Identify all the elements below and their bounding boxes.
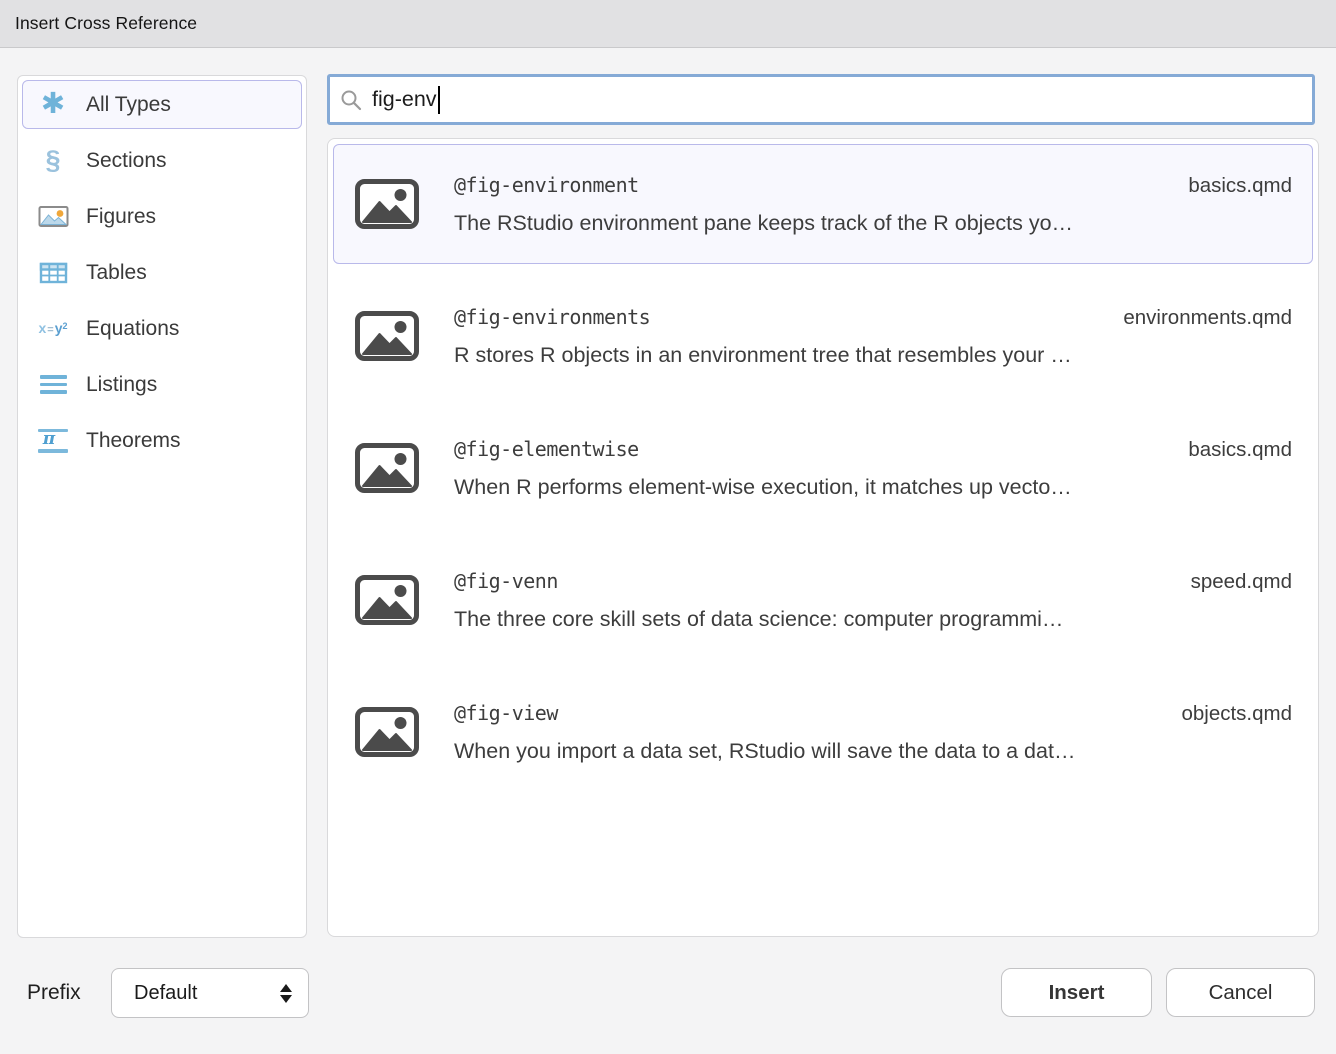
image-icon [354, 574, 420, 626]
search-box[interactable]: fig-env [327, 74, 1315, 125]
sidebar-item-listings[interactable]: Listings [22, 360, 302, 409]
image-icon [354, 310, 420, 362]
prefix-label: Prefix [27, 968, 81, 1018]
result-id: @fig-view [454, 701, 558, 725]
search-input[interactable]: fig-env [372, 87, 437, 112]
result-description: The three core skill sets of data scienc… [454, 607, 1292, 632]
asterisk-icon: ✱ [36, 90, 70, 119]
result-id: @fig-venn [454, 569, 558, 593]
select-arrows-icon [280, 984, 292, 1003]
result-body: @fig-environment basics.qmd The RStudio … [454, 173, 1292, 236]
result-top-line: @fig-elementwise basics.qmd [454, 437, 1292, 462]
result-description: R stores R objects in an environment tre… [454, 343, 1292, 368]
figure-icon [36, 204, 70, 229]
sidebar-item-equations[interactable]: x=y2 Equations [22, 304, 302, 353]
result-file: basics.qmd [1188, 438, 1292, 462]
sidebar-item-tables[interactable]: Tables [22, 248, 302, 297]
sidebar-item-sections[interactable]: § Sections [22, 136, 302, 185]
cancel-button[interactable]: Cancel [1166, 968, 1315, 1017]
image-icon [354, 178, 420, 230]
sidebar-item-label: Sections [86, 149, 167, 173]
result-id: @fig-elementwise [454, 437, 639, 461]
result-description: When R performs element-wise execution, … [454, 475, 1292, 500]
equation-icon: x=y2 [36, 321, 70, 336]
section-icon: § [36, 147, 70, 174]
result-file: objects.qmd [1181, 702, 1292, 726]
result-body: @fig-venn speed.qmd The three core skill… [454, 569, 1292, 632]
sidebar-item-all-types[interactable]: ✱ All Types [22, 80, 302, 129]
result-id: @fig-environments [454, 305, 650, 329]
sidebar-item-label: Figures [86, 205, 156, 229]
sidebar-item-figures[interactable]: Figures [22, 192, 302, 241]
result-description: When you import a data set, RStudio will… [454, 739, 1292, 764]
sidebar-item-label: Equations [86, 317, 179, 341]
results-list: @fig-environment basics.qmd The RStudio … [327, 138, 1319, 937]
result-row[interactable]: @fig-view objects.qmd When you import a … [333, 672, 1313, 792]
prefix-select-value: Default [134, 982, 280, 1005]
result-file: environments.qmd [1123, 306, 1292, 330]
sidebar-item-label: All Types [86, 93, 171, 117]
search-icon [339, 88, 363, 112]
result-row[interactable]: @fig-elementwise basics.qmd When R perfo… [333, 408, 1313, 528]
result-top-line: @fig-environment basics.qmd [454, 173, 1292, 198]
dialog-title: Insert Cross Reference [15, 13, 197, 34]
type-filter-panel: ✱ All Types § Sections Figures Tables x=… [17, 75, 307, 938]
sidebar-item-label: Tables [86, 261, 147, 285]
image-icon [354, 706, 420, 758]
table-icon [36, 261, 70, 285]
result-body: @fig-elementwise basics.qmd When R perfo… [454, 437, 1292, 500]
result-row[interactable]: @fig-venn speed.qmd The three core skill… [333, 540, 1313, 660]
result-body: @fig-view objects.qmd When you import a … [454, 701, 1292, 764]
listing-icon [36, 375, 70, 394]
result-file: speed.qmd [1191, 570, 1292, 594]
insert-button[interactable]: Insert [1001, 968, 1152, 1017]
result-id: @fig-environment [454, 173, 639, 197]
sidebar-item-label: Listings [86, 373, 157, 397]
prefix-select[interactable]: Default [111, 968, 309, 1018]
result-top-line: @fig-view objects.qmd [454, 701, 1292, 726]
result-file: basics.qmd [1188, 174, 1292, 198]
result-row[interactable]: @fig-environments environments.qmd R sto… [333, 276, 1313, 396]
dialog-titlebar: Insert Cross Reference [0, 0, 1336, 48]
result-top-line: @fig-environments environments.qmd [454, 305, 1292, 330]
image-icon [354, 442, 420, 494]
result-top-line: @fig-venn speed.qmd [454, 569, 1292, 594]
result-body: @fig-environments environments.qmd R sto… [454, 305, 1292, 368]
theorem-icon: π [36, 429, 70, 453]
result-description: The RStudio environment pane keeps track… [454, 211, 1292, 236]
result-row[interactable]: @fig-environment basics.qmd The RStudio … [333, 144, 1313, 264]
sidebar-item-label: Theorems [86, 429, 181, 453]
text-cursor [438, 86, 440, 114]
sidebar-item-theorems[interactable]: π Theorems [22, 416, 302, 465]
